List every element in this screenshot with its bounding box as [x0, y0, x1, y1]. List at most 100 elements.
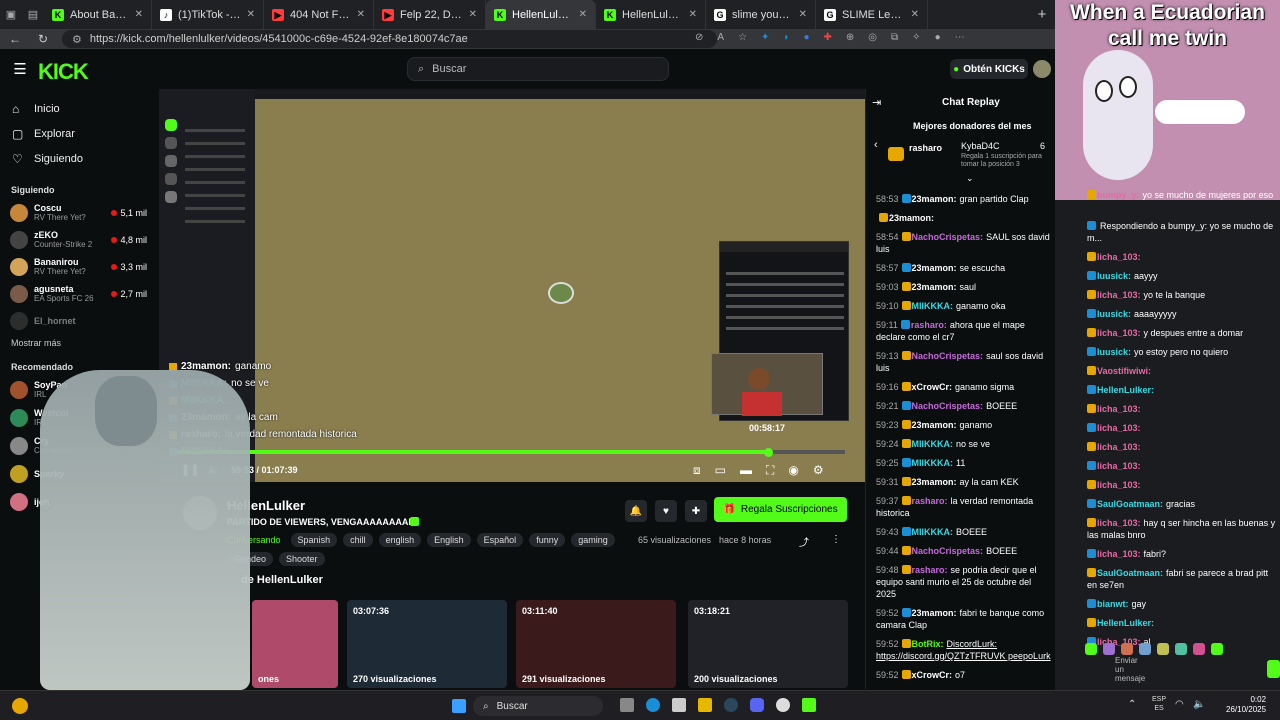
chat-username[interactable]: MIIKKKA:	[912, 458, 954, 468]
stream-tag[interactable]: Español	[476, 533, 524, 547]
chat-username[interactable]: MIIKKKA:	[912, 527, 954, 537]
video-thumbnail[interactable]: 03:07:36 270 visualizaciones	[347, 600, 507, 688]
tab-close-icon[interactable]: ✕	[579, 9, 587, 20]
stream-tag[interactable]: English	[427, 533, 471, 547]
browser-tab[interactable]: ▶ Felp 22, Duki, Rauw A ✕	[374, 0, 486, 29]
sidebar-nav-item[interactable]: ⌂ Inicio	[0, 96, 159, 121]
extension-icon[interactable]: ◗	[783, 32, 789, 43]
chat-username[interactable]: 23mamon:	[912, 194, 957, 204]
steam-icon[interactable]	[724, 698, 738, 712]
stream-tag[interactable]: chill	[343, 533, 373, 547]
miniplayer-icon[interactable]: ▭	[715, 463, 726, 478]
extensions-icon[interactable]: ✧	[912, 32, 920, 43]
sidebar-nav-item[interactable]: ▢ Explorar	[0, 121, 159, 146]
extension-icon[interactable]: ✦	[761, 32, 769, 43]
clip-icon[interactable]: ⧈	[693, 463, 701, 478]
get-kicks-button[interactable]: ● Obtén KICKs	[950, 59, 1028, 79]
expand-chevron-icon[interactable]: ⌄	[966, 173, 974, 184]
video-thumbnail[interactable]: 03:11:40 291 visualizaciones	[516, 600, 676, 688]
read-aloud-icon[interactable]: A	[717, 32, 724, 43]
followed-channel[interactable]: El_hornet	[0, 307, 159, 334]
settings-icon[interactable]: ⚙	[813, 463, 824, 478]
tab-close-icon[interactable]: ✕	[911, 9, 919, 20]
tray-expand-icon[interactable]: ⌃	[1128, 699, 1136, 710]
profile-icon[interactable]: ●	[935, 32, 941, 43]
extension-icon[interactable]: ◎	[868, 32, 877, 43]
taskbar-search[interactable]: ⌕ Buscar	[473, 696, 603, 716]
windows-start-icon[interactable]	[452, 699, 466, 713]
video-thumbnail[interactable]: ones	[252, 600, 338, 688]
tab-close-icon[interactable]: ✕	[689, 9, 697, 20]
fullscreen-icon[interactable]: ⛶	[766, 463, 774, 478]
share-icon[interactable]: ⤴	[799, 534, 809, 549]
task-view-icon[interactable]	[620, 698, 634, 712]
user-avatar[interactable]	[1033, 60, 1051, 78]
chat-username[interactable]: NachoCrispetas:	[912, 351, 984, 361]
tab-close-icon[interactable]: ✕	[469, 9, 477, 20]
chat-username[interactable]: 23mamon:	[912, 263, 957, 273]
notification-bell-icon[interactable]: 🔔	[625, 500, 647, 522]
search-input[interactable]: ⌕ Buscar	[407, 57, 669, 81]
followed-channel[interactable]: agusneta EA Sports FC 26 2,7 mil	[0, 280, 159, 307]
video-thumbnail[interactable]: 03:18:21 200 visualizaciones	[688, 600, 848, 688]
tab-list-icon[interactable]: ▤	[22, 0, 44, 29]
show-more-link[interactable]: Mostrar más	[0, 338, 159, 352]
stream-tag[interactable]: english	[378, 533, 422, 547]
chat-username[interactable]: NachoCrispetas:	[912, 401, 984, 411]
follow-heart-icon[interactable]: ♥	[655, 500, 677, 522]
chat-send-button[interactable]	[1267, 660, 1280, 678]
browser-tab[interactable]: K HellenLulker - Watch ✕	[596, 0, 706, 29]
discord-icon[interactable]	[750, 698, 764, 712]
stream-tag[interactable]: Spanish	[290, 533, 338, 547]
browser-tab[interactable]: K About BauloHeyDeb ✕	[44, 0, 152, 29]
kick-logo[interactable]: KICK	[38, 59, 89, 85]
menu-dots-icon[interactable]: ⋯	[955, 32, 965, 43]
chrome-icon[interactable]	[776, 698, 790, 712]
collapse-chat-icon[interactable]: ⇥	[872, 96, 881, 109]
tab-actions-icon[interactable]: ▣	[0, 0, 22, 29]
tab-close-icon[interactable]: ✕	[357, 9, 365, 20]
chat-username[interactable]: 23mamon:	[912, 477, 957, 487]
tab-close-icon[interactable]: ✕	[135, 9, 143, 20]
chat-username[interactable]: 23mamon:	[912, 420, 957, 430]
chat-username[interactable]: rasharo:	[912, 496, 948, 506]
new-tab-icon[interactable]: +	[1029, 0, 1055, 29]
browser-tab[interactable]: Gslime young thug - B ✕	[706, 0, 816, 29]
extension-icon[interactable]: ⊕	[846, 32, 854, 43]
followed-channel[interactable]: zEKO Counter-Strike 2 4,8 mil	[0, 226, 159, 253]
network-icon[interactable]: ◠	[1175, 699, 1184, 710]
browser-tab[interactable]: G SLIME Lenguaje - Bus ✕	[816, 0, 928, 29]
video-player[interactable]: 00:58:17 23mamon:ganamoMIIKKKA:no se veM…	[159, 89, 865, 482]
tracking-off-icon[interactable]: ⊘	[695, 32, 703, 43]
pip-icon[interactable]: ◉	[788, 463, 798, 478]
stream-tag[interactable]: Shooter	[279, 552, 325, 566]
donors-prev-icon[interactable]: ‹	[874, 139, 878, 151]
stream-tag[interactable]: gaming	[571, 533, 615, 547]
favorite-star-icon[interactable]: ☆	[738, 32, 747, 43]
chat-username[interactable]: xCrowCr:	[912, 670, 953, 680]
chat-username[interactable]: xCrowCr:	[912, 382, 953, 392]
followed-channel[interactable]: Bananirou RV There Yet? 3,3 mil	[0, 253, 159, 280]
menu-icon[interactable]: ☰	[12, 61, 28, 78]
progress-bar[interactable]	[177, 450, 845, 454]
chat-username[interactable]: MIIKKKA:	[912, 301, 954, 311]
more-options-icon[interactable]: ⋮	[831, 534, 841, 545]
reload-icon[interactable]: ↻	[36, 32, 50, 46]
tray-clock[interactable]: 0:02 26/10/2025	[1226, 695, 1266, 715]
tab-close-icon[interactable]: ✕	[247, 9, 255, 20]
chat-username[interactable]: NachoCrispetas:	[912, 546, 984, 556]
weather-icon[interactable]	[12, 698, 28, 714]
chat-username[interactable]: NachoCrispetas:	[912, 232, 984, 242]
chat-username[interactable]: BotRix:	[912, 639, 944, 649]
chat-username[interactable]: 23mamon:	[889, 213, 934, 223]
store-icon[interactable]	[672, 698, 686, 712]
speaker-icon[interactable]: 🔈	[1193, 699, 1205, 710]
kick-app-icon[interactable]	[802, 698, 816, 712]
followed-channel[interactable]: Coscu RV There Yet? 5,1 mil	[0, 199, 159, 226]
sidebar-nav-item[interactable]: ♡ Siguiendo	[0, 146, 159, 171]
chat-username[interactable]: rasharo:	[912, 565, 948, 575]
chat-username[interactable]: 23mamon:	[912, 282, 957, 292]
chat-username[interactable]: rasharo:	[911, 320, 947, 330]
extension-icon[interactable]: ✚	[824, 32, 832, 43]
gift-subscriptions-button[interactable]: 🎁 Regala Suscripciones	[714, 497, 847, 522]
